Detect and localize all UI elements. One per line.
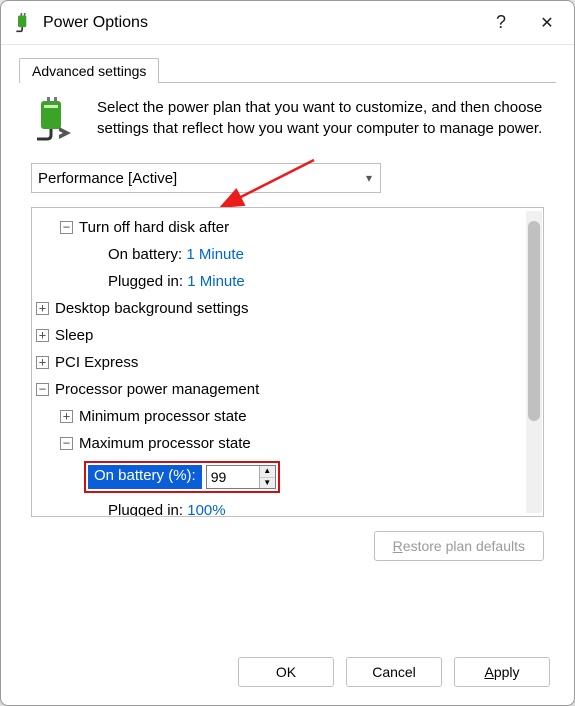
tree-node-hard-disk[interactable]: −Turn off hard disk after: [36, 214, 521, 241]
intro-text: Select the power plan that you want to c…: [97, 97, 544, 145]
battery-plug-icon: [31, 97, 79, 145]
expand-icon[interactable]: +: [36, 329, 49, 342]
tree-node-min-cpu[interactable]: +Minimum processor state: [36, 403, 521, 430]
expand-icon[interactable]: +: [36, 302, 49, 315]
close-button[interactable]: ✕: [524, 5, 570, 41]
on-battery-pct-label: On battery (%):: [88, 465, 202, 489]
highlight-box: On battery (%): 99 ▲ ▼: [84, 461, 280, 493]
tab-advanced-settings[interactable]: Advanced settings: [19, 58, 159, 83]
dialog-footer: OK Cancel Apply: [1, 645, 574, 705]
tab-strip: Advanced settings: [19, 57, 556, 83]
chevron-down-icon: ▾: [366, 171, 372, 185]
tab-content: Select the power plan that you want to c…: [1, 83, 574, 645]
power-options-icon: [13, 13, 33, 33]
power-plan-dropdown[interactable]: Performance [Active] ▾: [31, 163, 381, 193]
settings-tree[interactable]: −Turn off hard disk after On battery: 1 …: [32, 208, 525, 516]
tree-scrollbar[interactable]: [526, 211, 542, 513]
scroll-thumb[interactable]: [528, 221, 540, 421]
intro-row: Select the power plan that you want to c…: [31, 97, 544, 145]
tree-leaf-hdd-plugged-in[interactable]: Plugged in: 1 Minute: [36, 268, 521, 295]
restore-plan-defaults-button[interactable]: Restore plan defaults: [374, 531, 544, 561]
tree-node-sleep[interactable]: +Sleep: [36, 322, 521, 349]
cancel-button[interactable]: Cancel: [346, 657, 442, 687]
collapse-icon[interactable]: −: [60, 221, 73, 234]
power-plan-selected: Performance [Active]: [38, 170, 177, 187]
apply-button[interactable]: Apply: [454, 657, 550, 687]
tree-leaf-maxcpu-plugged-in[interactable]: Plugged in: 100%: [36, 493, 521, 516]
ok-button[interactable]: OK: [238, 657, 334, 687]
expand-icon[interactable]: +: [60, 410, 73, 423]
spinner-up-icon[interactable]: ▲: [260, 466, 275, 478]
tree-leaf-maxcpu-on-battery[interactable]: On battery (%): 99 ▲ ▼: [36, 457, 521, 493]
tree-leaf-hdd-on-battery[interactable]: On battery: 1 Minute: [36, 241, 521, 268]
spinner-down-icon[interactable]: ▼: [260, 478, 275, 489]
tree-node-pci-express[interactable]: +PCI Express: [36, 349, 521, 376]
tree-node-desktop-bg[interactable]: +Desktop background settings: [36, 295, 521, 322]
collapse-icon[interactable]: −: [36, 383, 49, 396]
collapse-icon[interactable]: −: [60, 437, 73, 450]
settings-tree-box: −Turn off hard disk after On battery: 1 …: [31, 207, 544, 517]
tree-node-cpu[interactable]: −Processor power management: [36, 376, 521, 403]
titlebar: Power Options ? ✕: [1, 1, 574, 45]
help-button[interactable]: ?: [478, 5, 524, 41]
window-title: Power Options: [43, 14, 478, 32]
on-battery-pct-spinner[interactable]: 99 ▲ ▼: [206, 465, 276, 489]
tree-node-max-cpu[interactable]: −Maximum processor state: [36, 430, 521, 457]
power-options-dialog: Power Options ? ✕ Advanced settings Sele…: [0, 0, 575, 706]
expand-icon[interactable]: +: [36, 356, 49, 369]
on-battery-pct-value[interactable]: 99: [207, 466, 259, 488]
